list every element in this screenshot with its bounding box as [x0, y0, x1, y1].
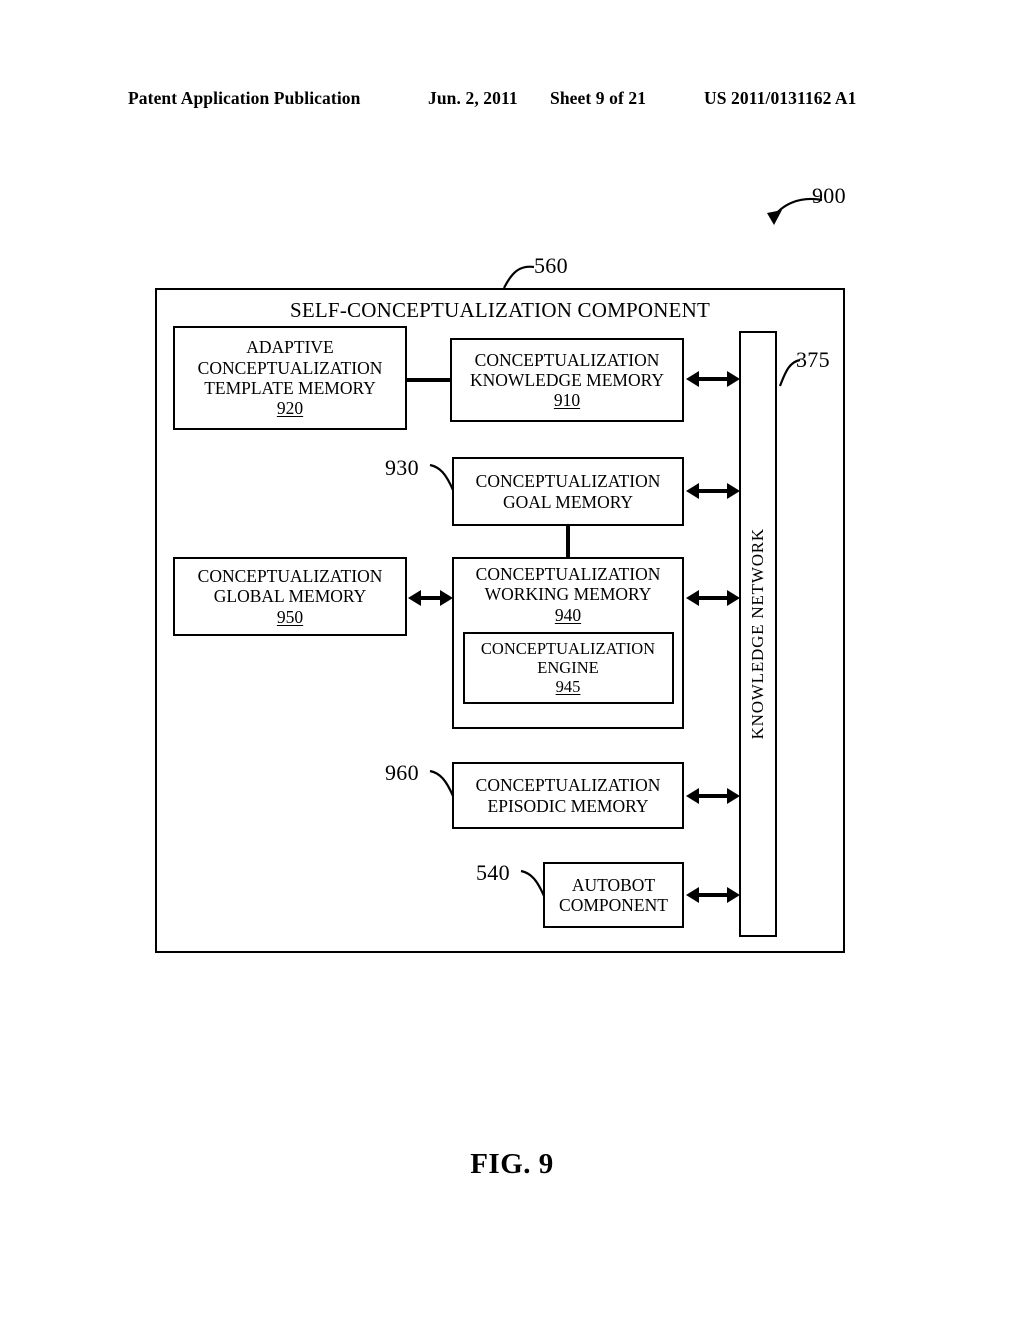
arrow-global-to-working: [408, 585, 453, 611]
box-template-line-2: CONCEPTUALIZATION: [197, 357, 383, 378]
box-engine-refnum: 945: [555, 677, 581, 697]
callout-560: 560: [534, 253, 568, 278]
arrow-head-left: [408, 590, 421, 606]
arrow-working-to-network: [686, 585, 740, 611]
box-engine-line-2: ENGINE: [537, 658, 599, 678]
arrow-head-left: [686, 788, 699, 804]
callout-900: 900: [812, 183, 846, 208]
callout-375: 375: [796, 347, 830, 372]
box-autobot-line-1: AUTOBOT: [571, 874, 656, 895]
adaptive-conceptualization-template-memory-box: ADAPTIVE CONCEPTUALIZATION TEMPLATE MEMO…: [173, 326, 407, 430]
arrow-shaft: [695, 377, 731, 381]
autobot-component-box: AUTOBOT COMPONENT: [543, 862, 684, 928]
arrow-head-left: [686, 371, 699, 387]
box-knowledge-line-1: CONCEPTUALIZATION: [474, 349, 660, 370]
arrow-shaft: [695, 893, 731, 897]
box-autobot-line-2: COMPONENT: [559, 895, 668, 915]
arrow-head-left: [686, 887, 699, 903]
box-working-refnum: 940: [554, 604, 582, 625]
box-template-refnum: 920: [276, 398, 304, 419]
arrow-shaft: [695, 794, 731, 798]
header-publication-label: Patent Application Publication: [128, 88, 361, 108]
box-working-line-1: CONCEPTUALIZATION: [475, 564, 661, 584]
header-sheet-label: Sheet 9 of 21: [550, 88, 647, 108]
arrow-shaft: [695, 596, 731, 600]
box-goal-line-1: CONCEPTUALIZATION: [475, 471, 661, 492]
patent-header: Patent Application Publication Jun. 2, 2…: [128, 88, 896, 112]
box-knowledge-refnum: 910: [553, 390, 581, 411]
box-episodic-line-2: EPISODIC MEMORY: [487, 795, 649, 816]
box-template-line-3: TEMPLATE MEMORY: [204, 378, 376, 398]
arrow-shaft: [695, 489, 731, 493]
arrow-autobot-to-network: [686, 882, 740, 908]
callout-960: 960: [385, 760, 419, 785]
box-episodic-line-1: CONCEPTUALIZATION: [475, 775, 661, 796]
conceptualization-global-memory-box: CONCEPTUALIZATION GLOBAL MEMORY 950: [173, 557, 407, 636]
knowledge-network-label: KNOWLEDGE NETWORK: [748, 528, 767, 740]
box-global-line-1: CONCEPTUALIZATION: [197, 566, 383, 587]
arrow-head-left: [686, 590, 699, 606]
arrow-head-left: [686, 483, 699, 499]
conceptualization-episodic-memory-box: CONCEPTUALIZATION EPISODIC MEMORY: [452, 762, 684, 829]
box-global-line-2: GLOBAL MEMORY: [213, 586, 367, 607]
conceptualization-knowledge-memory-box: CONCEPTUALIZATION KNOWLEDGE MEMORY 910: [450, 338, 684, 422]
connector-goal-to-working: [566, 525, 570, 559]
header-date-label: Jun. 2, 2011: [428, 88, 518, 108]
callout-930: 930: [385, 455, 419, 480]
arrow-knowledge-to-network: [686, 366, 740, 392]
box-template-line-1: ADAPTIVE: [246, 337, 334, 358]
header-patent-number: US 2011/0131162 A1: [704, 88, 857, 108]
conceptualization-engine-box: CONCEPTUALIZATION ENGINE 945: [462, 631, 674, 704]
box-working-line-2: WORKING MEMORY: [484, 584, 652, 605]
patent-figure-page: Patent Application Publication Jun. 2, 2…: [0, 0, 1024, 1320]
callout-540: 540: [476, 860, 510, 885]
box-global-refnum: 950: [276, 606, 304, 627]
box-knowledge-line-2: KNOWLEDGE MEMORY: [470, 369, 664, 390]
connector-template-to-knowledge: [406, 378, 452, 382]
arrow-goal-to-network: [686, 478, 740, 504]
knowledge-network-bar: KNOWLEDGE NETWORK: [739, 331, 777, 937]
arrow-episodic-to-network: [686, 783, 740, 809]
conceptualization-goal-memory-box: CONCEPTUALIZATION GOAL MEMORY: [452, 457, 684, 526]
figure-caption: FIG. 9: [470, 1148, 554, 1180]
conceptualization-working-memory-box: CONCEPTUALIZATION WORKING MEMORY 940 CON…: [452, 557, 684, 729]
box-engine-line-1: CONCEPTUALIZATION: [480, 639, 656, 659]
outer-box-title: SELF-CONCEPTUALIZATION COMPONENT: [290, 298, 710, 322]
box-goal-line-2: GOAL MEMORY: [502, 491, 634, 512]
